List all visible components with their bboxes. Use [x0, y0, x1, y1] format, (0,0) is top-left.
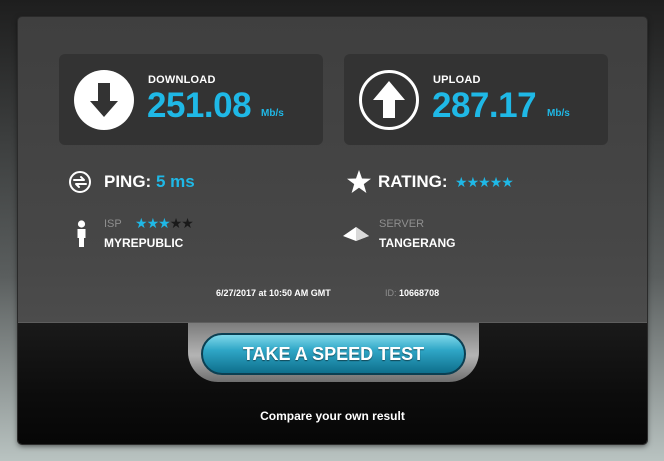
isp-star-empty-icon: ★	[181, 215, 194, 231]
server-label: SERVER	[379, 218, 425, 230]
isp-star-icon: ★	[146, 215, 160, 231]
download-label: DOWNLOAD	[148, 74, 216, 86]
take-speed-test-button[interactable]: TAKE A SPEED TEST	[201, 333, 466, 375]
result-card: DOWNLOAD 251.08 Mb/s UPLOAD 287.17 Mb/s …	[18, 17, 647, 444]
test-date: 6/27/2017 at 10:50 AM GMT	[216, 288, 331, 298]
isp-name: MYREPUBLIC	[104, 236, 184, 250]
ping-arrows-icon	[69, 171, 91, 193]
test-id-label: ID:	[385, 288, 397, 298]
upload-value: 287.17	[432, 86, 537, 125]
cta-area: TAKE A SPEED TEST Compare your own resul…	[18, 322, 647, 444]
upload-panel: UPLOAD 287.17 Mb/s	[344, 54, 608, 145]
arrow-down-circle-icon	[74, 70, 134, 130]
isp-star-icon: ★	[135, 215, 148, 231]
rating-stars: ★★★★★	[455, 174, 514, 190]
server-name: TANGERANG	[379, 236, 456, 250]
test-id-value: 10668708	[399, 288, 440, 298]
star-icon	[347, 170, 371, 193]
rating-star-icon: ★	[478, 174, 491, 190]
test-id: ID: 10668708	[385, 288, 439, 298]
server-pyramid-icon	[343, 227, 369, 241]
download-unit: Mb/s	[261, 108, 284, 119]
compare-link[interactable]: Compare your own result	[18, 409, 647, 423]
rating-star-icon: ★	[466, 174, 480, 190]
isp-label: ISP	[104, 218, 122, 230]
rating-star-icon: ★	[489, 174, 503, 190]
isp-star-icon: ★	[158, 215, 171, 231]
person-icon	[77, 220, 86, 247]
ping-label: PING:	[104, 172, 152, 191]
isp-stars: ★★★★★	[135, 215, 194, 231]
download-value: 251.08	[147, 86, 252, 125]
rating-star-icon: ★	[455, 174, 468, 190]
ping-row: PING: 5 ms	[104, 172, 195, 192]
upload-label: UPLOAD	[433, 74, 481, 86]
download-panel: DOWNLOAD 251.08 Mb/s	[59, 54, 323, 145]
rating-label: RATING:	[378, 172, 448, 191]
ping-value: 5 ms	[155, 172, 195, 191]
rating-star-icon: ★	[501, 174, 514, 190]
arrow-up-circle-icon	[359, 70, 419, 130]
upload-unit: Mb/s	[547, 108, 570, 119]
isp-star-empty-icon: ★	[169, 215, 183, 231]
